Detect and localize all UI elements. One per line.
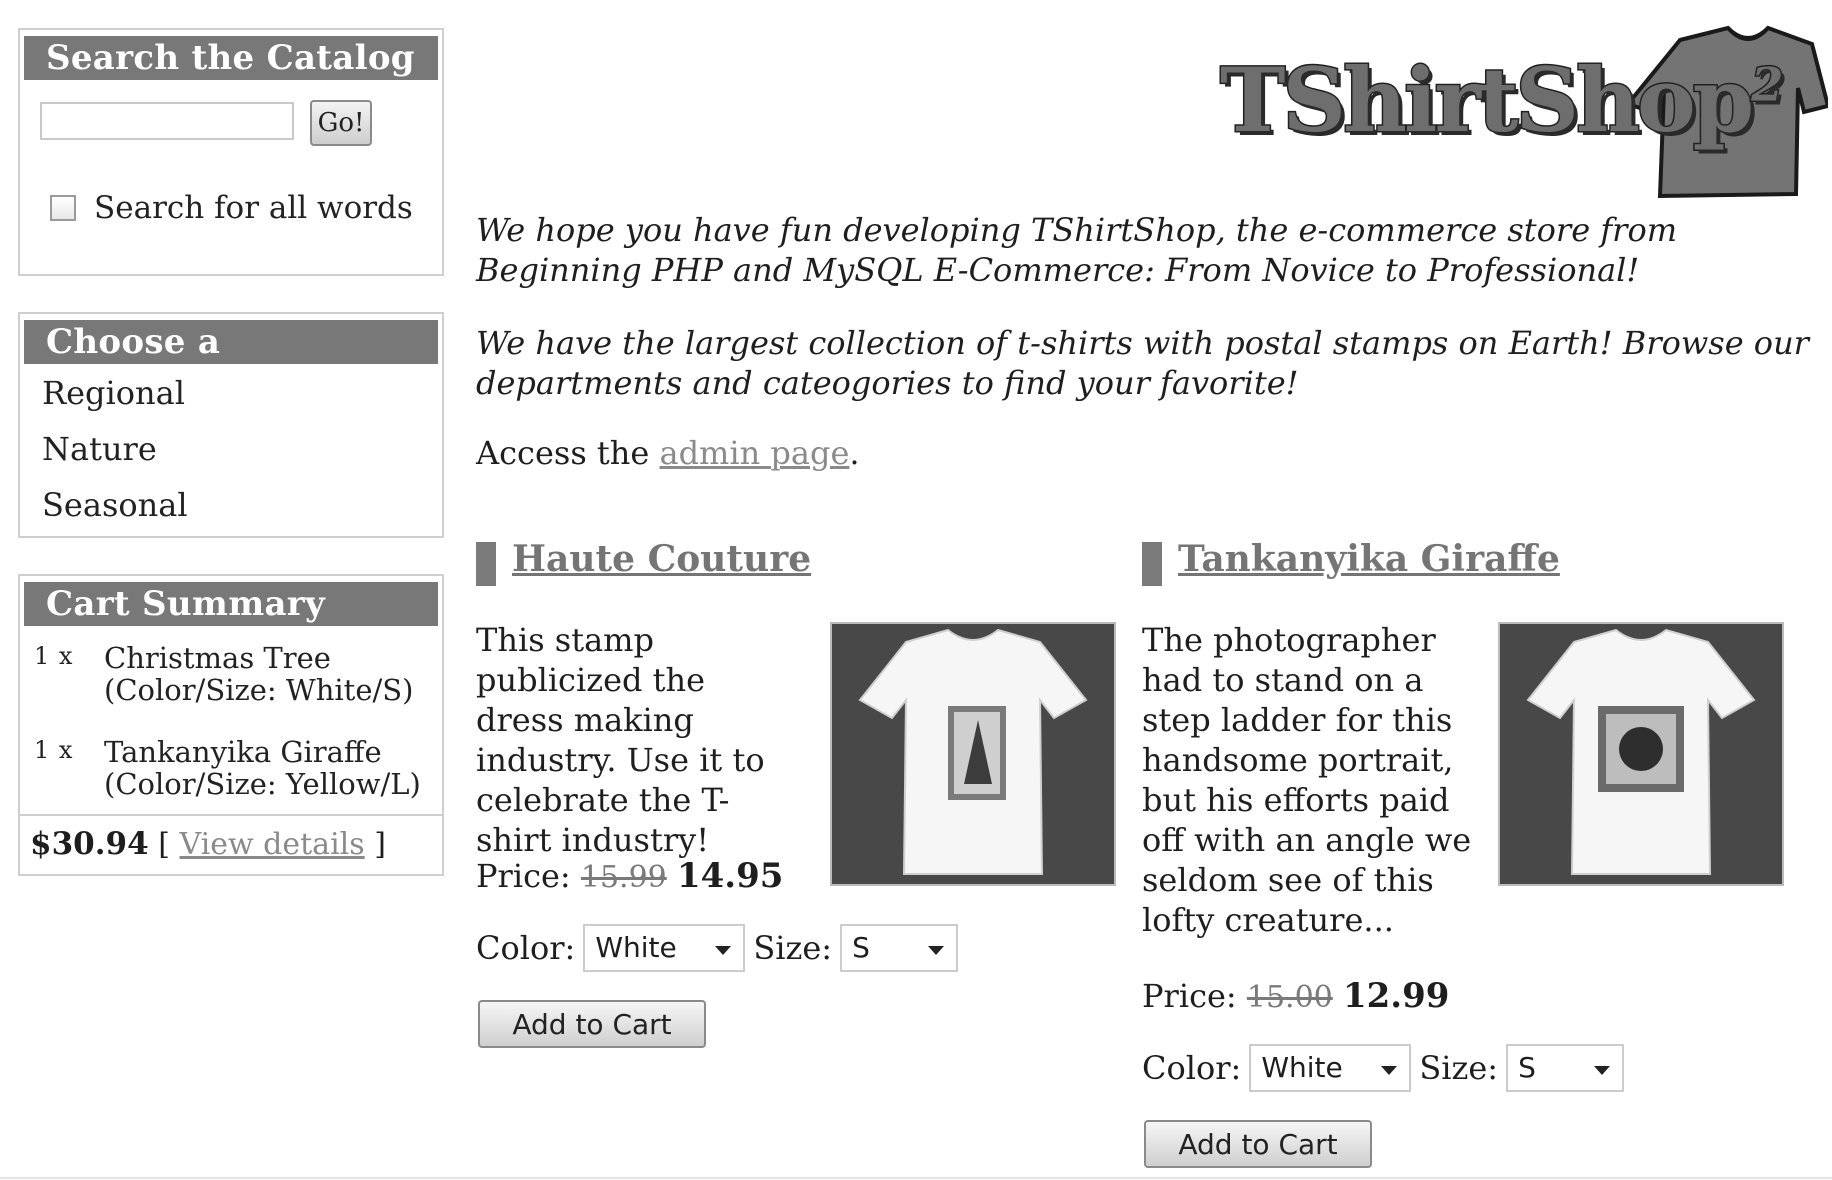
department-link-regional[interactable]: Regional [42,374,185,412]
color-select[interactable]: White [583,924,746,972]
price-label: Price: [1142,977,1237,1015]
price-label: Price: [476,857,571,895]
cart-summary-box: Cart Summary 1 x Christmas Tree (Color/S… [18,574,444,876]
color-select-value: White [595,931,677,964]
access-prefix: Access the [476,434,650,472]
product-options-row: Color: White Size: S [476,924,966,972]
search-all-words-checkbox[interactable] [50,195,76,221]
size-select-value: S [852,931,870,964]
product-title-marker [476,542,496,586]
product-image[interactable] [1498,622,1784,886]
department-title: Choose a Department [24,320,438,406]
size-label: Size: [1419,1049,1499,1087]
old-price: 15.99 [580,860,667,895]
go-button[interactable]: Go! [310,100,372,146]
close-bracket: ] [374,827,386,862]
dropdown-arrow-icon [715,946,732,955]
cart-item-name: Christmas Tree [104,641,331,675]
new-price: 14.95 [676,856,784,896]
product-title-marker [1142,542,1162,586]
page-bottom-divider [0,1177,1832,1179]
dropdown-arrow-icon [1594,1066,1611,1075]
add-to-cart-button[interactable]: Add to Cart [1144,1120,1372,1168]
cart-divider [20,814,442,816]
product-price-row: Price: 15.99 14.95 [476,856,783,896]
search-input[interactable] [40,102,294,140]
logo-text-main: TShirtShop [1218,47,1755,154]
page: Search the Catalog Go! Search for all wo… [0,0,1832,1180]
cart-item-text: Christmas Tree (Color/Size: White/S) [104,642,434,706]
new-price: 12.99 [1342,976,1450,1016]
cart-total: $30.94 [30,826,149,862]
admin-access-line: Access the admin page. [476,434,860,472]
size-select-value: S [1518,1051,1536,1084]
cart-item-name: Tankanyika Giraffe [104,735,382,769]
cart-item-quantity: 1 x [34,642,74,670]
product-image[interactable] [830,622,1116,886]
color-label: Color: [1142,1049,1242,1087]
tshirtshop-logo[interactable]: TShirtShop2 [1208,18,1828,204]
dropdown-arrow-icon [1381,1066,1398,1075]
admin-page-link[interactable]: admin page [659,434,849,472]
cart-summary-title: Cart Summary [24,582,438,626]
department-box: Choose a Department Regional Nature Seas… [18,312,444,538]
search-all-words-label: Search for all words [94,190,413,226]
access-suffix: . [849,434,860,472]
logo-text: TShirtShop2 [1218,47,1785,154]
size-select[interactable]: S [840,924,959,972]
search-catalog-box: Search the Catalog Go! Search for all wo… [18,28,444,276]
cart-item-detail: (Color/Size: White/S) [104,673,414,707]
old-price: 15.00 [1246,980,1333,1015]
search-catalog-title: Search the Catalog [24,36,438,80]
tshirt-icon [1526,628,1756,875]
color-select-value: White [1261,1051,1343,1084]
dropdown-arrow-icon [928,946,945,955]
view-details-link[interactable]: View details [179,827,364,862]
cart-total-row: $30.94 [ View details ] [30,826,386,862]
logo-superscript: 2 [1750,56,1785,113]
product-description: The photographer had to stand on a step … [1142,621,1472,939]
size-label: Size: [753,929,833,967]
intro-paragraph: We have the largest collection of t-shir… [476,324,1809,402]
intro-paragraph: We hope you have fun developing TShirtSh… [476,211,1678,289]
department-link-seasonal[interactable]: Seasonal [42,486,188,524]
cart-item-detail: (Color/Size: Yellow/L) [104,767,421,801]
open-bracket: [ [158,827,170,862]
product-price-row: Price: 15.00 12.99 [1142,976,1449,1016]
product-name-link[interactable]: Haute Couture [512,538,811,580]
add-to-cart-button[interactable]: Add to Cart [478,1000,706,1048]
product-description: This stamp publicized the dress making i… [476,621,765,859]
tshirt-icon [858,628,1088,875]
product-options-row: Color: White Size: S [1142,1044,1632,1092]
size-select[interactable]: S [1506,1044,1625,1092]
search-all-words-option[interactable]: Search for all words [50,190,413,226]
cart-item-text: Tankanyika Giraffe (Color/Size: Yellow/L… [104,736,434,800]
color-select[interactable]: White [1249,1044,1412,1092]
color-label: Color: [476,929,576,967]
department-link-nature[interactable]: Nature [42,430,157,468]
cart-item-quantity: 1 x [34,736,74,764]
product-name-link[interactable]: Tankanyika Giraffe [1178,538,1560,580]
